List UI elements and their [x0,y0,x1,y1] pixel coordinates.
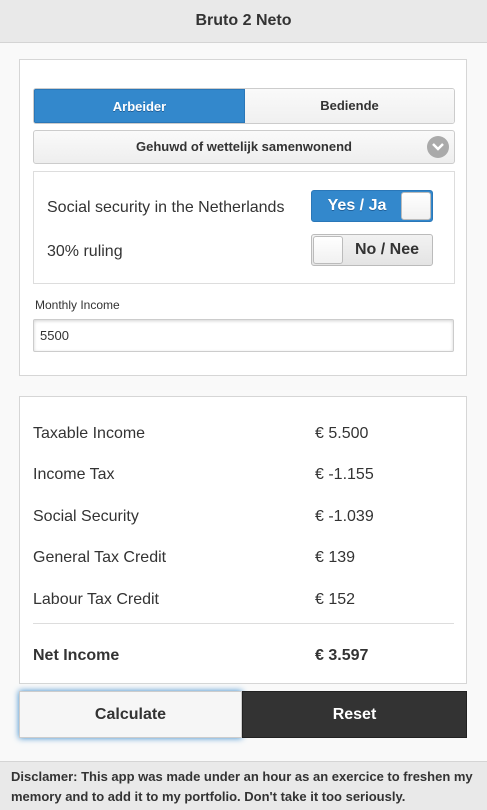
monthly-income-input[interactable] [33,319,454,352]
result-row-taxable-income: Taxable Income € 5.500 [33,425,453,447]
result-row-income-tax: Income Tax € -1.155 [33,466,453,488]
social-security-label: Social security in the Netherlands [47,199,285,216]
page-title: Bruto 2 Neto [195,12,292,29]
result-row-social-security: Social Security € -1.039 [33,508,453,530]
result-label: Net Income [33,647,120,664]
monthly-income-label: Monthly Income [35,298,120,312]
result-label: General Tax Credit [33,549,167,566]
result-label: Social Security [33,508,139,525]
segment-arbeider[interactable]: Arbeider [34,89,245,123]
ruling-30-toggle-label: No / Nee [354,241,419,258]
chevron-down-icon [427,136,449,158]
result-row-general-tax-credit: General Tax Credit € 139 [33,549,453,571]
result-label: Labour Tax Credit [33,591,159,608]
results-divider [33,623,454,624]
result-value: € -1.155 [315,466,374,483]
app-header: Bruto 2 Neto [0,0,487,43]
ruling-30-toggle[interactable]: No / Nee [311,234,433,266]
toggle-knob[interactable] [401,192,431,220]
toggle-knob[interactable] [313,236,343,264]
result-row-net-income: Net Income € 3.597 [33,647,453,669]
result-label: Income Tax [33,466,115,483]
result-value: € 5.500 [315,425,369,442]
result-row-labour-tax-credit: Labour Tax Credit € 152 [33,591,453,613]
reset-button[interactable]: Reset [242,691,467,738]
result-value: € 139 [315,549,356,566]
result-value: € -1.039 [315,508,374,525]
result-value: € 3.597 [315,647,369,664]
results-panel: Taxable Income € 5.500 Income Tax € -1.1… [19,396,467,684]
social-security-toggle[interactable]: Yes / Ja [311,190,433,222]
social-security-toggle-label: Yes / Ja [327,197,387,214]
input-panel: Arbeider Bediende Gehuwd of wettelijk sa… [19,59,467,376]
result-value: € 152 [315,591,356,608]
ruling-30-label: 30% ruling [47,243,123,260]
disclaimer-text: Disclamer: This app was made under an ho… [11,769,473,804]
segment-bediende[interactable]: Bediende [245,89,454,123]
toggles-group: Social security in the Netherlands Yes /… [33,171,455,284]
marital-status-value: Gehuwd of wettelijk samenwonend [136,139,352,154]
calculate-button[interactable]: Calculate [19,691,242,738]
marital-status-select[interactable]: Gehuwd of wettelijk samenwonend [33,130,455,164]
employee-type-control: Arbeider Bediende [33,88,455,124]
disclaimer-footer: Disclamer: This app was made under an ho… [0,761,487,810]
result-label: Taxable Income [33,425,146,442]
